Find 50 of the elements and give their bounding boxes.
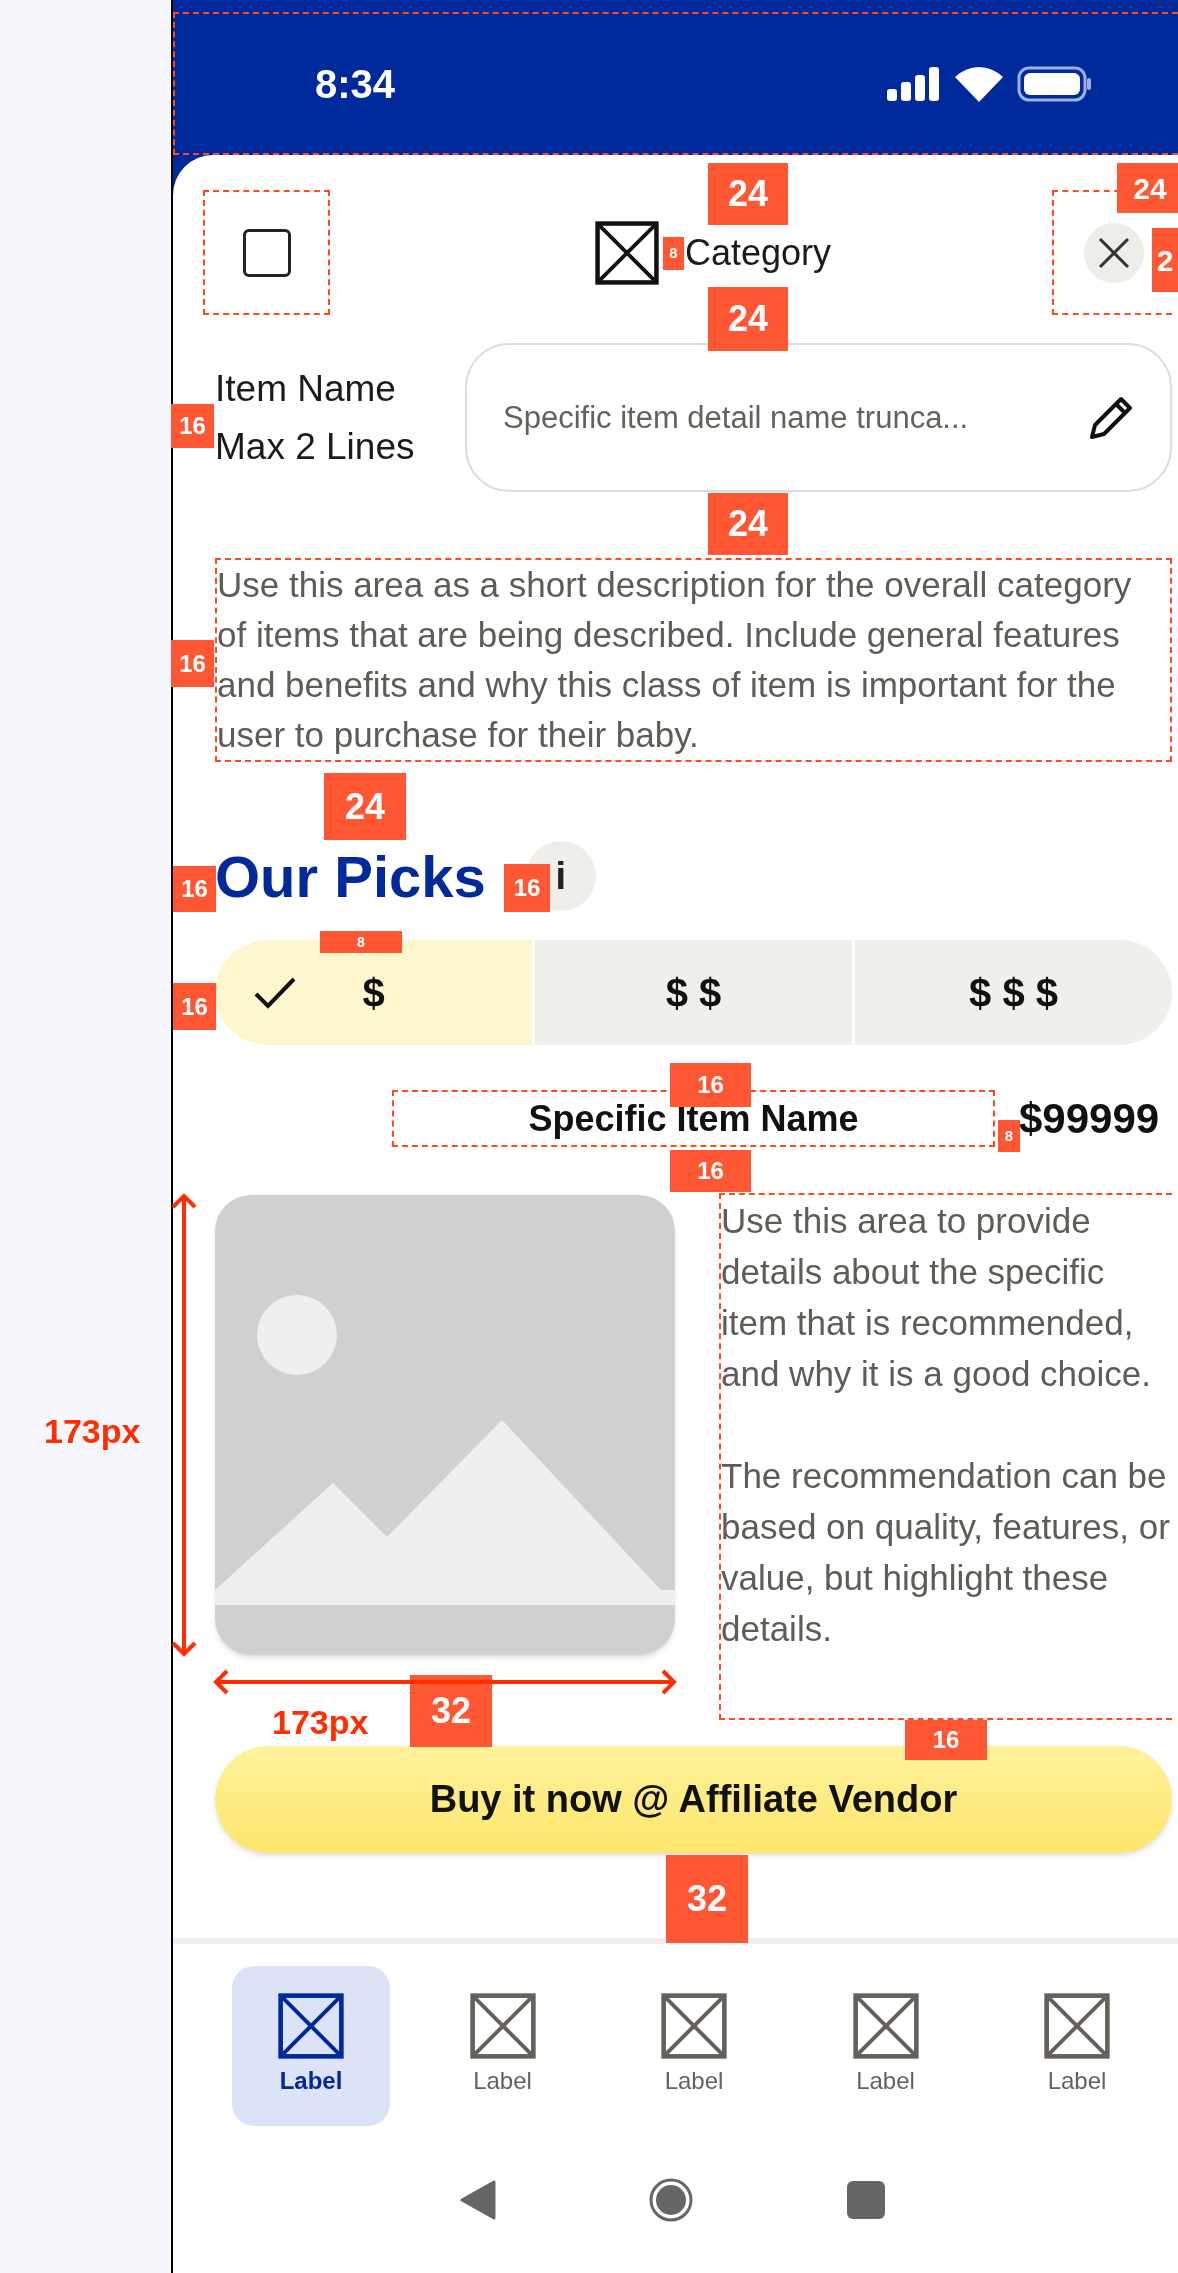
spacing-badge: 16 <box>171 640 214 687</box>
category-title: Category <box>685 230 832 275</box>
spacing-badge: 24 <box>708 163 788 225</box>
spacing-badge: 24 <box>1117 163 1178 213</box>
item-name-label: Item Name Max 2 Lines <box>215 366 416 469</box>
checkbox[interactable] <box>242 228 291 277</box>
spacing-badge: 16 <box>171 404 214 448</box>
spacing-badge: 16 <box>173 983 216 1030</box>
item-name-field[interactable]: Specific item detail name trunca... <box>465 343 1172 492</box>
product-price: $99999 <box>1019 1094 1160 1144</box>
recents-icon[interactable] <box>847 2180 886 2219</box>
check-icon <box>253 976 297 1010</box>
spacing-badge: 2 <box>1152 228 1178 292</box>
details-text: Use this area to provide details about the specific item that is recommended, and why it is a good choice. <box>721 1200 1152 1395</box>
spacing-badge: 16 <box>670 1150 751 1192</box>
placeholder-icon <box>852 1993 919 2059</box>
nav-tab[interactable]: Label <box>232 1966 390 2126</box>
dimension-label: 173px <box>272 1702 369 1743</box>
dimension-label: 173px <box>44 1411 141 1452</box>
placeholder-icon <box>1044 1993 1110 2059</box>
nav-tab[interactable]: Label <box>615 1966 773 2126</box>
spacing-badge: 8 <box>998 1120 1020 1152</box>
battery-icon <box>1017 65 1093 102</box>
spacing-badge: 16 <box>504 864 550 912</box>
price-tier-tab[interactable]: $ $ <box>535 940 852 1045</box>
spacing-badge: 24 <box>708 287 788 351</box>
details-text: The recommendation can be based on quality, features, or value, but highlight these details. <box>721 1455 1171 1650</box>
spacing-badge: 32 <box>666 1855 748 1943</box>
placeholder-icon <box>278 1993 344 2059</box>
spacing-badge: 8 <box>663 237 684 270</box>
clock-time: 8:34 <box>315 60 396 108</box>
spacing-badge: 8 <box>320 931 402 953</box>
price-tier-tab[interactable]: $ $ $ <box>855 940 1172 1045</box>
signal-icon <box>887 66 941 101</box>
spacing-badge: 16 <box>905 1720 987 1760</box>
spacing-badge: 32 <box>410 1675 492 1747</box>
section-title: Our Picks <box>215 842 486 911</box>
category-description: Use this area as a short description for the overall category of items that are being described. Include general features and benefits and why this class of item is important for the user to purchase for their baby. <box>215 558 1172 762</box>
category-icon <box>595 220 659 285</box>
spacing-badge: 24 <box>324 773 406 840</box>
placeholder-icon <box>469 1993 536 2059</box>
wifi-icon <box>955 65 1003 102</box>
nav-tab[interactable]: Label <box>806 1966 965 2126</box>
home-icon[interactable] <box>649 2177 694 2222</box>
spacing-badge: 16 <box>173 866 216 912</box>
nav-tab[interactable]: Label <box>423 1966 582 2126</box>
nav-tab[interactable]: Label <box>998 1966 1156 2126</box>
placeholder-icon <box>661 1993 727 2059</box>
spacing-badge: 24 <box>708 493 788 555</box>
back-icon[interactable] <box>459 2179 496 2220</box>
